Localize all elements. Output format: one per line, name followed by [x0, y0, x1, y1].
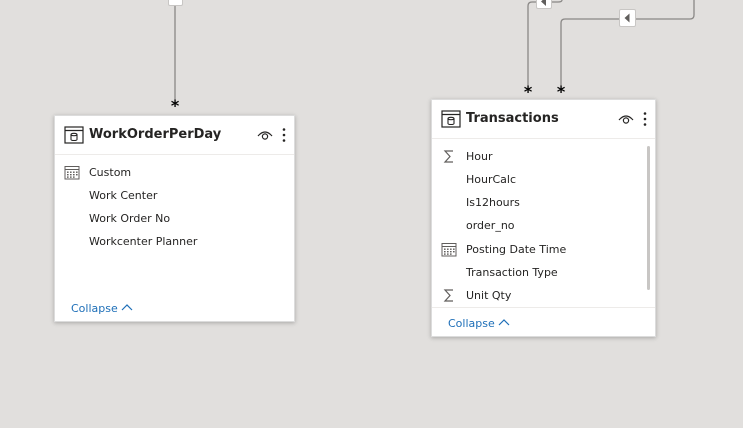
field-label: order_no	[466, 219, 515, 232]
chevron-up-icon	[498, 319, 510, 326]
field-label: Work Center	[89, 189, 158, 202]
field-row-order-no[interactable]: order_no	[432, 214, 643, 237]
relationship-direction-chip-1[interactable]	[536, 0, 552, 9]
collapse-label: Collapse	[448, 317, 495, 330]
field-label: Work Order No	[89, 212, 171, 225]
table-title: WorkOrderPerDay	[89, 127, 222, 142]
relationship-line-transactions-2b	[636, 0, 695, 20]
collapse-button[interactable]: Collapse	[71, 301, 133, 316]
field-label: Workcenter Planner	[89, 235, 198, 248]
eye-icon[interactable]	[257, 128, 273, 142]
field-row-workcenter-planner[interactable]: Workcenter Planner	[55, 230, 282, 253]
arrow-left-icon	[541, 0, 546, 6]
more-options-icon[interactable]	[642, 111, 648, 127]
collapse-button[interactable]: Collapse	[448, 316, 510, 331]
field-list-divider	[432, 307, 655, 308]
field-row-transaction-type[interactable]: Transaction Type	[432, 261, 643, 284]
relationship-direction-chip-top-left[interactable]	[168, 0, 183, 6]
field-row-unit-qty[interactable]: Unit Qty	[432, 284, 643, 307]
field-row-is12hours[interactable]: Is12hours	[432, 191, 643, 214]
cardinality-many-marker: *	[556, 82, 566, 101]
field-row-work-order-no[interactable]: Work Order No	[55, 207, 282, 230]
table-icon	[441, 110, 461, 128]
table-card-workorderperday[interactable]: WorkOrderPerDay Custom Work Center Work …	[54, 115, 295, 322]
table-title: Transactions	[466, 111, 559, 126]
cardinality-many-marker: *	[170, 96, 180, 115]
relationship-direction-chip-2[interactable]	[619, 9, 636, 27]
table-card-header[interactable]: Transactions	[432, 100, 655, 139]
table-card-header[interactable]: WorkOrderPerDay	[55, 116, 294, 155]
field-row-custom[interactable]: Custom	[55, 161, 282, 184]
table-card-transactions[interactable]: Transactions Hour HourCalc Is12hours ord…	[431, 99, 656, 337]
field-label: HourCalc	[466, 173, 517, 186]
field-row-posting-date-time[interactable]: Posting Date Time	[432, 238, 643, 261]
collapse-label: Collapse	[71, 302, 118, 315]
arrow-left-icon	[624, 13, 630, 23]
field-label: Transaction Type	[466, 266, 558, 279]
relationship-line-transactions-1b	[552, 0, 563, 3]
relationship-line-transactions-1	[527, 1, 540, 86]
relationship-line-transactions-2	[560, 18, 620, 86]
field-label: Posting Date Time	[466, 243, 567, 256]
field-row-work-center[interactable]: Work Center	[55, 184, 282, 207]
sigma-icon	[443, 289, 453, 302]
field-row-hour[interactable]: Hour	[432, 145, 643, 168]
eye-icon[interactable]	[618, 112, 634, 126]
sigma-icon	[443, 150, 453, 163]
field-label: Is12hours	[466, 196, 520, 209]
field-list-scrollbar[interactable]	[647, 146, 650, 290]
chevron-up-icon	[121, 304, 133, 311]
field-label: Unit Qty	[466, 289, 512, 302]
more-options-icon[interactable]	[281, 127, 287, 143]
cardinality-many-marker: *	[523, 82, 533, 101]
field-label: Custom	[89, 166, 132, 179]
field-label: Hour	[466, 150, 493, 163]
field-row-hourcalc[interactable]: HourCalc	[432, 168, 643, 191]
calendar-icon	[441, 243, 457, 257]
calendar-icon	[64, 166, 80, 180]
table-icon	[64, 126, 84, 144]
